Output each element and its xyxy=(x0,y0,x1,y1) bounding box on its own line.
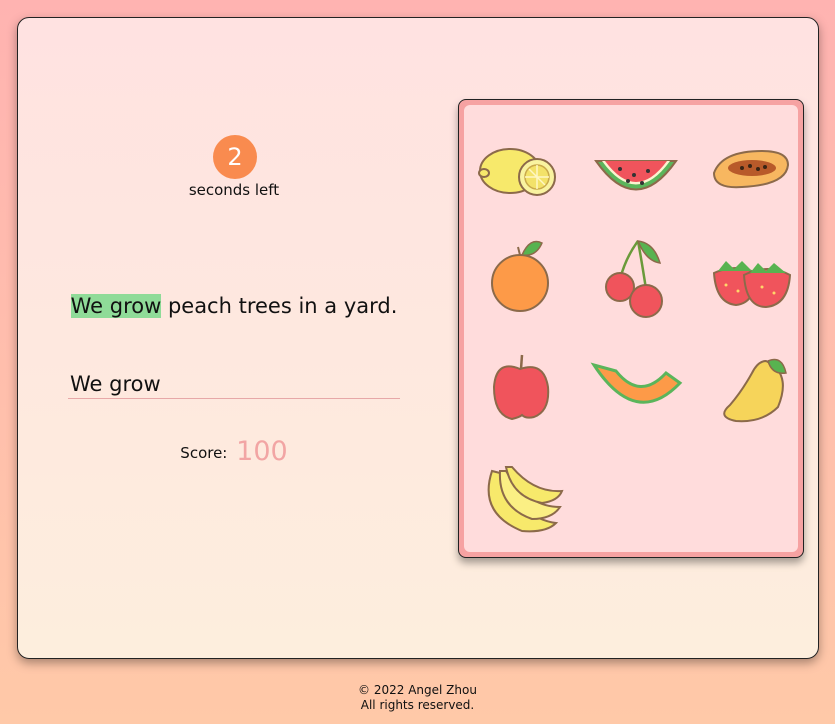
typing-area: 2 seconds left We grow peach trees in a … xyxy=(68,18,400,658)
footer: © 2022 Angel Zhou All rights reserved. xyxy=(0,683,835,713)
footer-rights: All rights reserved. xyxy=(360,698,475,712)
typed-highlight: We grow xyxy=(70,294,162,318)
game-card: 2 seconds left We grow peach trees in a … xyxy=(17,17,819,659)
fruit-panel xyxy=(458,99,804,558)
orange-icon xyxy=(472,233,572,323)
cherry-icon xyxy=(586,233,686,323)
banana-icon xyxy=(472,453,572,543)
typing-input[interactable] xyxy=(68,370,400,398)
watermelon-icon xyxy=(586,123,686,213)
apple-icon xyxy=(472,343,572,433)
mango-icon xyxy=(702,343,802,433)
timer-label: seconds left xyxy=(188,181,280,199)
footer-copyright: © 2022 Angel Zhou xyxy=(358,683,477,697)
timer-badge: 2 xyxy=(213,135,257,179)
remaining-text: peach trees in a yard. xyxy=(161,294,398,318)
target-sentence: We grow peach trees in a yard. xyxy=(68,294,400,318)
strawberry-icon xyxy=(702,233,802,323)
fruit-grid xyxy=(464,105,798,552)
papaya-icon xyxy=(702,123,802,213)
score-row: Score: 100 xyxy=(68,436,400,467)
score-value: 100 xyxy=(236,436,288,467)
typing-input-wrapper xyxy=(68,370,400,399)
score-label: Score: xyxy=(180,444,228,462)
cantaloupe-icon xyxy=(586,343,686,433)
lemon-icon xyxy=(472,123,572,213)
